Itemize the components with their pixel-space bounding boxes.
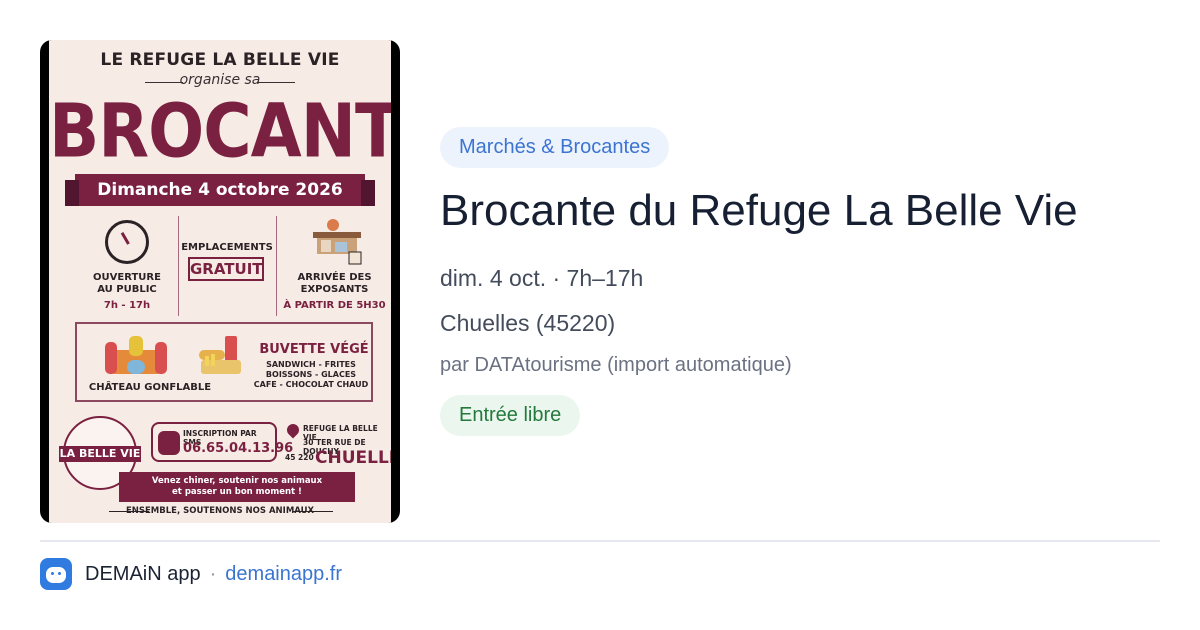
poster-opening-block: OUVERTURE AU PUBLIC 7h - 17h — [79, 272, 175, 312]
poster-buvette-line2: BOISSONS - GLACES — [265, 370, 357, 379]
poster-org-subtitle: organise sa — [179, 72, 261, 88]
poster-buvette-title: BUVETTE VÉGÉ — [259, 342, 369, 357]
poster-date-ribbon: Dimanche 4 octobre 2026 — [65, 174, 375, 206]
footer-divider — [40, 540, 1160, 542]
event-organizer: par DATAtourisme (import automatique) — [440, 354, 792, 376]
poster-castle-label: CHÂTEAU GONFLABLE — [88, 382, 212, 393]
poster-footer-line-right — [293, 511, 333, 512]
poster-col-divider-1 — [178, 216, 179, 316]
poster-exhibitors-time: À PARTIR DE 5H30 — [283, 300, 386, 311]
poster-logo-text: LA BELLE VIE — [59, 446, 141, 462]
poster-sms-phone: 06.65.04.13.96 — [183, 441, 294, 456]
poster-col-divider-2 — [276, 216, 277, 316]
location-pin-icon — [284, 421, 302, 439]
entry-badge: Entrée libre — [440, 395, 581, 436]
app-logo-icon — [40, 558, 72, 590]
event-poster-image[interactable]: LE REFUGE LA BELLE VIE organise sa BROCA… — [40, 40, 400, 523]
poster-opening-line2: AU PUBLIC — [97, 284, 157, 295]
app-url-link[interactable]: demainapp.fr — [225, 563, 342, 586]
poster-emplacements-label: EMPLACEMENTS — [181, 242, 273, 253]
event-location: Chuelles (45220) — [440, 310, 616, 336]
poster-artwork: LE REFUGE LA BELLE VIE organise sa BROCA… — [49, 40, 391, 523]
poster-opening-hours: 7h - 17h — [103, 300, 151, 311]
footer-separator: · — [209, 562, 217, 585]
phone-icon — [158, 431, 180, 455]
poster-gratuit-badge: GRATUIT — [188, 257, 264, 281]
heart-icon: ♡ — [325, 478, 338, 494]
category-chip[interactable]: Marchés & Brocantes — [440, 127, 670, 168]
poster-sub-line-right — [257, 82, 295, 83]
poster-footer-text: ENSEMBLE, SOUTENONS NOS ANIMAUX — [125, 506, 315, 516]
poster-org-title: LE REFUGE LA BELLE VIE — [100, 50, 340, 70]
market-stall-icon — [313, 219, 362, 265]
event-datetime: dim. 4 oct. · 7h–17h — [440, 265, 644, 291]
poster-exhibitors-block: ARRIVÉE DES EXPOSANTS À PARTIR DE 5H30 — [278, 272, 391, 312]
poster-headline: BROCANTE — [49, 88, 391, 175]
event-title: Brocante du Refuge La Belle Vie — [440, 186, 1078, 235]
food-icon — [199, 336, 241, 374]
poster-opening-line1: OUVERTURE — [93, 272, 161, 283]
clock-icon — [105, 220, 149, 264]
poster-sms-box: INSCRIPTION PAR SMS 06.65.04.13.96 — [151, 422, 293, 462]
poster-ribbon-line1: Venez chiner, soutenir nos animaux — [151, 476, 323, 486]
poster-buvette-line1: SANDWICH - FRITES — [266, 360, 356, 369]
poster-address-city: CHUELLES — [315, 448, 391, 468]
app-footer: DEMAiN app · demainapp.fr — [40, 557, 342, 591]
poster-ribbon-line2: et passer un bon moment ! — [172, 487, 302, 497]
app-name: DEMAiN app — [85, 562, 201, 585]
bouncy-castle-icon — [105, 336, 167, 374]
poster-bottom-ribbon: Venez chiner, soutenir nos animaux et pa… — [119, 472, 355, 502]
poster-exhibitors-line2: EXPOSANTS — [300, 284, 369, 295]
poster-exhibitors-line1: ARRIVÉE DES — [297, 272, 372, 283]
poster-address-zip: 45 220 — [285, 453, 314, 462]
poster-buvette-line3: CAFE - CHOCOLAT CHAUD — [253, 380, 369, 389]
poster-buvette-menu: SANDWICH - FRITES BOISSONS - GLACES CAFE… — [249, 360, 373, 390]
